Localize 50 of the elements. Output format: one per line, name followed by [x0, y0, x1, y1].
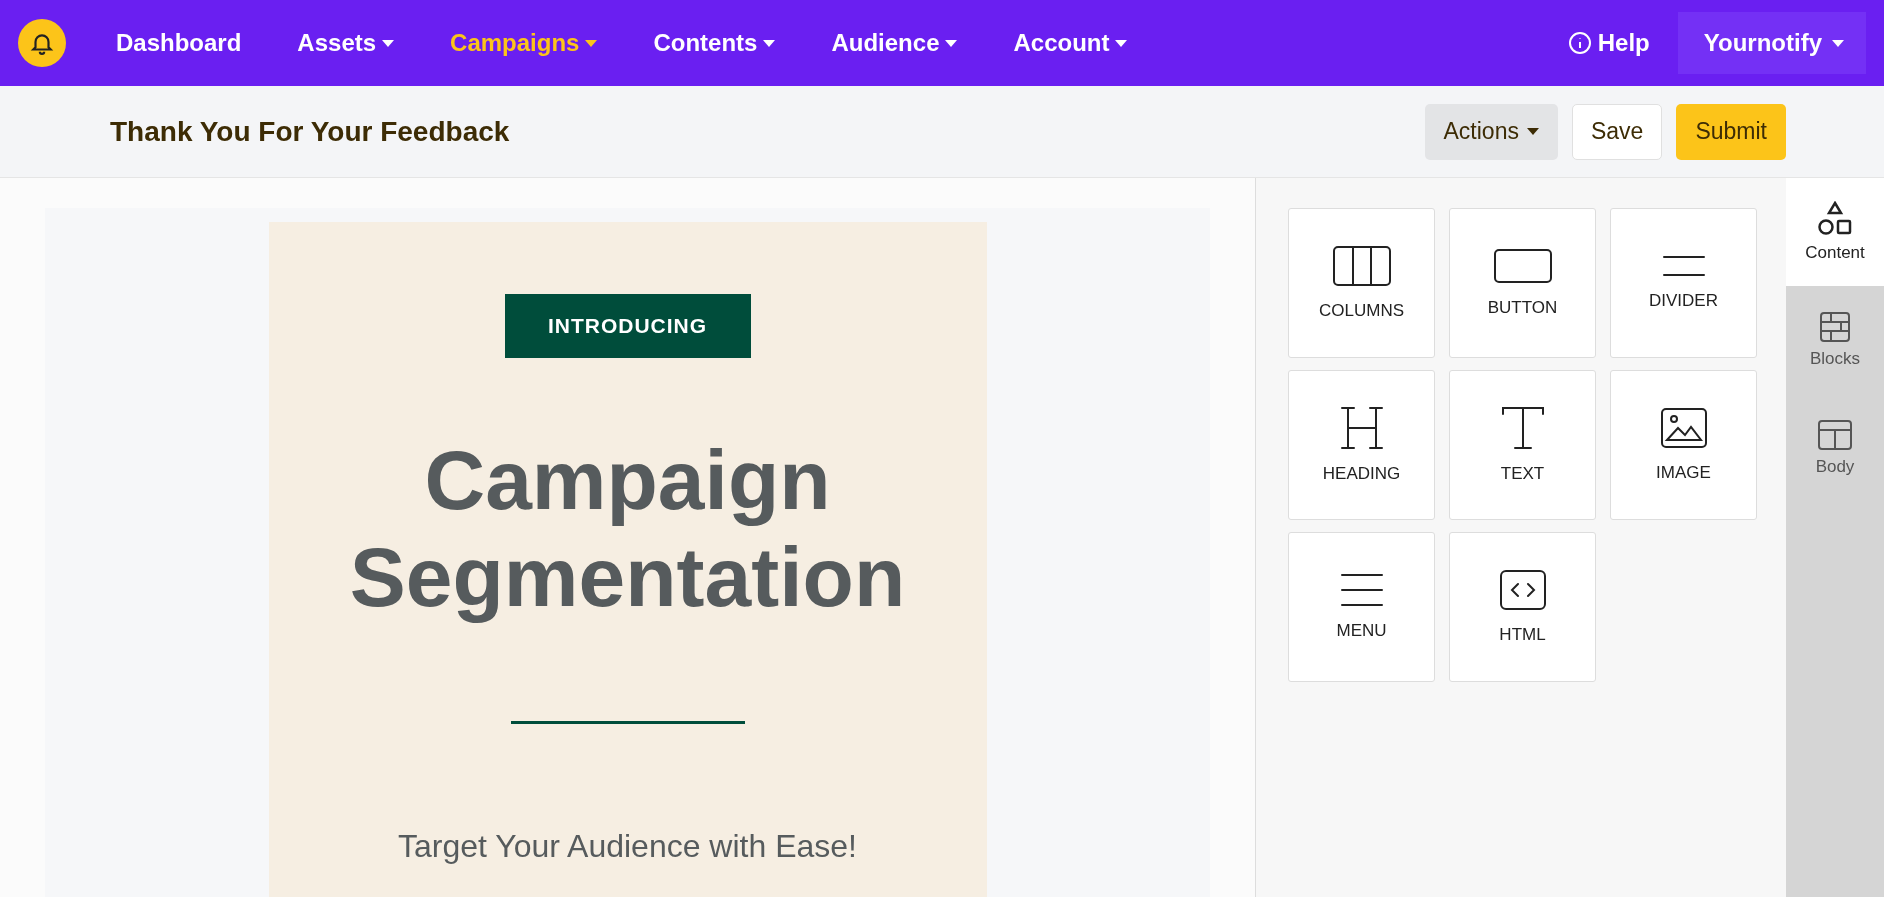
side-tab[interactable]: Body [1786, 394, 1884, 502]
nav-menu-item[interactable]: Contents [653, 29, 776, 57]
help-link[interactable]: Help [1567, 29, 1650, 57]
content-tool-tile[interactable]: BUTTON [1449, 208, 1596, 358]
tool-label: TEXT [1500, 464, 1545, 484]
side-tab[interactable]: Content [1786, 178, 1884, 286]
image-icon [1659, 407, 1708, 449]
content-tool-tile[interactable]: IMAGE [1610, 370, 1757, 520]
content-tool-tile[interactable]: TEXT [1449, 370, 1596, 520]
content-tool-tile[interactable]: HTML [1449, 532, 1596, 682]
divider-icon [1661, 255, 1706, 277]
nav-menu-item[interactable]: Account [1013, 29, 1128, 57]
tool-label: HEADING [1322, 464, 1401, 484]
save-button[interactable]: Save [1571, 103, 1663, 160]
tool-label: BUTTON [1487, 298, 1558, 318]
side-tab-label: Content [1805, 243, 1865, 263]
menu-icon [1339, 573, 1384, 607]
info-icon [1567, 31, 1592, 55]
side-tab-label: Blocks [1809, 349, 1861, 369]
email-headline: Campaign Segmentation [348, 432, 907, 626]
content-tool-tile[interactable]: COLUMNS [1288, 208, 1435, 358]
shapes-icon [1817, 201, 1853, 237]
email-subtitle: Target Your Audience with Ease! [398, 828, 857, 866]
side-tab[interactable]: Blocks [1786, 286, 1884, 394]
introducing-badge: INTRODUCING [504, 294, 751, 358]
nav-menu-item[interactable]: Dashboard [116, 29, 242, 57]
code-icon [1498, 569, 1547, 611]
submit-button[interactable]: Submit [1676, 103, 1786, 160]
brick-wall-icon [1819, 311, 1851, 343]
tool-label: MENU [1336, 621, 1387, 641]
layout-icon [1817, 419, 1853, 451]
rounded-rectangle-icon [1492, 248, 1553, 284]
tool-label: HTML [1499, 625, 1546, 645]
columns-icon [1331, 245, 1392, 287]
page-title: Thank You For Your Feedback [110, 115, 511, 148]
heading-icon [1339, 406, 1384, 450]
actions-button[interactable]: Actions [1424, 103, 1558, 160]
tool-label: IMAGE [1656, 463, 1711, 483]
content-tool-tile[interactable]: DIVIDER [1610, 208, 1757, 358]
text-icon [1500, 406, 1545, 450]
tool-label: DIVIDER [1649, 291, 1718, 311]
account-menu[interactable]: Yournotify [1677, 12, 1866, 74]
nav-menu-item[interactable]: Campaigns [450, 29, 598, 57]
nav-menu-item[interactable]: Assets [297, 29, 395, 57]
content-tool-tile[interactable]: MENU [1288, 532, 1435, 682]
tool-label: COLUMNS [1319, 301, 1404, 321]
bell-logo-icon[interactable] [18, 19, 66, 67]
content-tool-tile[interactable]: HEADING [1288, 370, 1435, 520]
nav-menu-item[interactable]: Audience [831, 29, 958, 57]
side-tab-label: Body [1815, 457, 1855, 477]
